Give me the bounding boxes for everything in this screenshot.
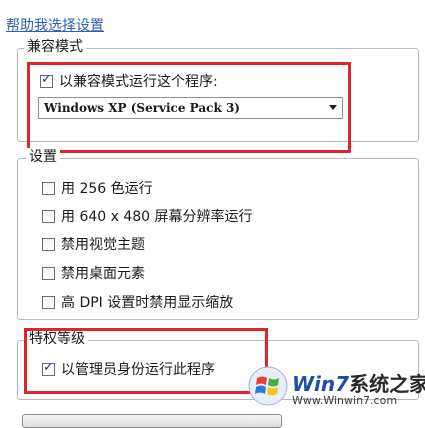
windows-logo-icon [248, 366, 288, 406]
watermark-url: Www.Winwin7.com [292, 394, 398, 407]
disable-dpi-scaling-option[interactable]: 高 DPI 设置时禁用显示缩放 [42, 292, 233, 312]
compatibility-mode-legend: 兼容模式 [24, 38, 86, 56]
disable-desktop-composition-option[interactable]: 禁用桌面元素 [42, 263, 145, 283]
privilege-highlight-box [24, 328, 268, 394]
watermark-title: Win7系统之家 [292, 368, 425, 397]
color-256-option[interactable]: 用 256 色运行 [42, 178, 153, 198]
disable-dpi-scaling-checkbox[interactable] [42, 295, 55, 309]
disable-dpi-scaling-label: 高 DPI 设置时禁用显示缩放 [61, 295, 234, 311]
change-all-users-settings-button[interactable] [22, 414, 282, 428]
settings-legend: 设置 [26, 148, 60, 166]
watermark-brand: Win7 [292, 372, 350, 396]
color-256-label: 用 256 色运行 [61, 181, 153, 197]
resolution-640-label: 用 640 x 480 屏幕分辨率运行 [61, 209, 253, 225]
disable-desktop-composition-checkbox[interactable] [42, 266, 55, 280]
help-choose-settings-link[interactable]: 帮助我选择设置 [6, 15, 104, 35]
compatibility-highlight-box [27, 62, 351, 153]
disable-visual-themes-checkbox[interactable] [42, 237, 55, 251]
watermark-title-suffix: 系统之家 [349, 372, 425, 396]
color-256-checkbox[interactable] [42, 181, 55, 195]
disable-desktop-composition-label: 禁用桌面元素 [61, 266, 145, 282]
resolution-640-option[interactable]: 用 640 x 480 屏幕分辨率运行 [42, 206, 253, 226]
resolution-640-checkbox[interactable] [42, 209, 55, 223]
disable-visual-themes-label: 禁用视觉主题 [61, 237, 145, 253]
disable-visual-themes-option[interactable]: 禁用视觉主题 [42, 234, 145, 254]
site-watermark: Win7系统之家 Www.Winwin7.com [248, 362, 425, 412]
